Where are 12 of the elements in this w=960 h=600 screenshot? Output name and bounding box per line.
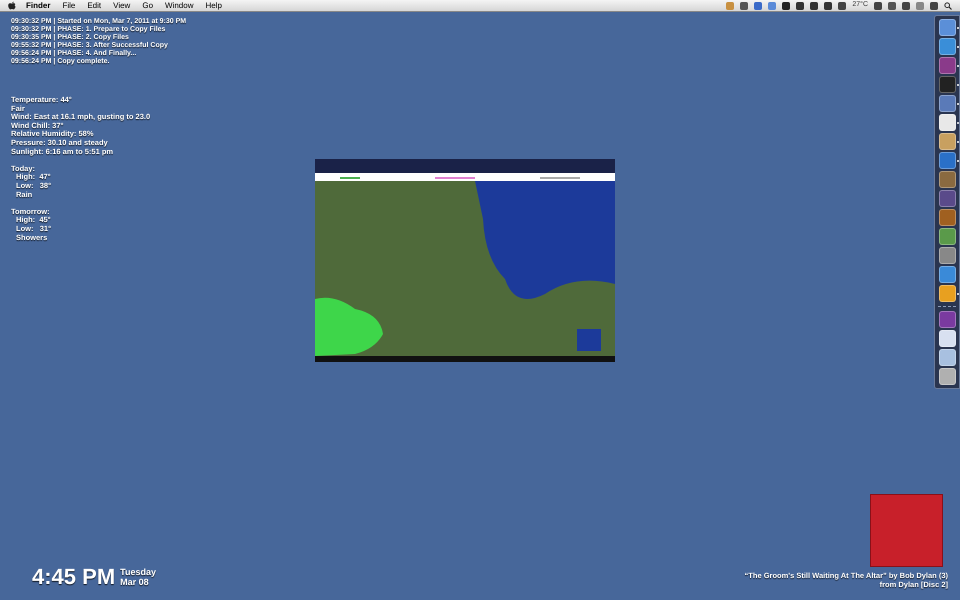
apple-icon[interactable] xyxy=(8,1,16,10)
menu-item[interactable]: Edit xyxy=(87,0,102,12)
menu-item[interactable]: View xyxy=(113,0,130,12)
clock-weekday: Tuesday xyxy=(120,567,156,577)
menu-item[interactable]: File xyxy=(62,0,76,12)
clock-time: 4:45 PM xyxy=(32,565,116,589)
app-name[interactable]: Finder xyxy=(26,0,50,12)
menu-item[interactable]: Go xyxy=(142,0,154,12)
menu-item[interactable]: Window xyxy=(165,0,194,12)
clock-date: Mar 08 xyxy=(120,577,150,587)
search-icon[interactable] xyxy=(944,2,952,10)
menu-item[interactable]: Help xyxy=(205,0,222,12)
